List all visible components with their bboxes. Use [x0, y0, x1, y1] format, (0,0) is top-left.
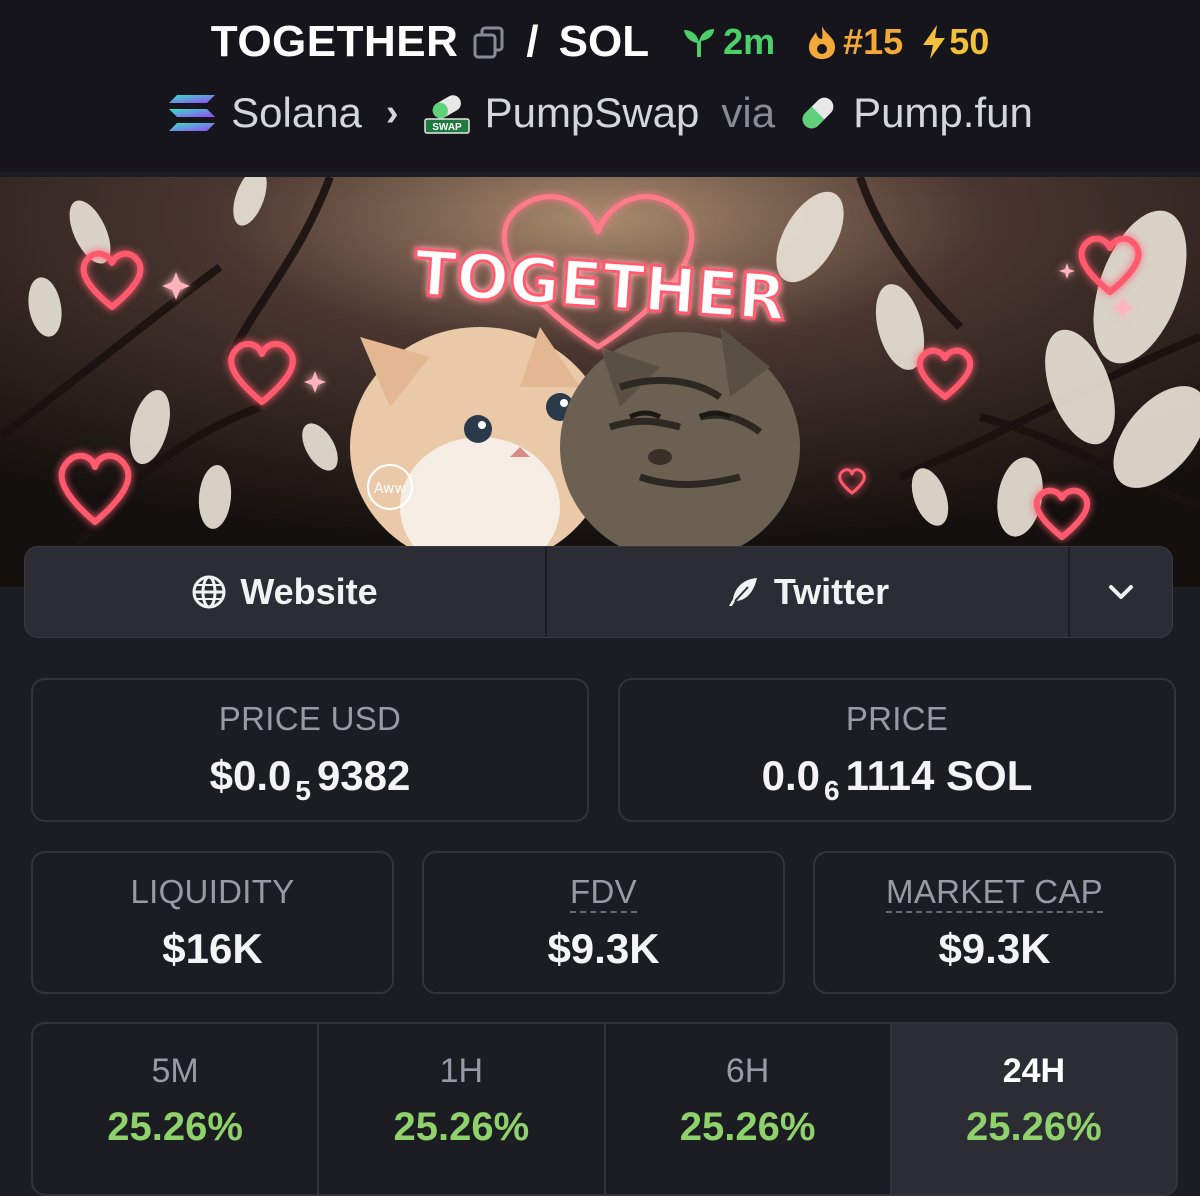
quote-symbol: SOL: [558, 17, 650, 66]
launchpad-name[interactable]: Pump.fun: [853, 89, 1033, 137]
dex-name[interactable]: PumpSwap: [485, 89, 700, 137]
price-usd-value: $0.0 5 9382: [209, 752, 411, 806]
price-native-card: PRICE 0.0 6 1114 SOL: [618, 678, 1176, 822]
tab-1h[interactable]: 1H 25.26%: [319, 1024, 606, 1194]
fire-icon: [809, 26, 836, 59]
token-symbol: TOGETHER: [210, 17, 459, 66]
tab-6h-label: 6H: [725, 1052, 770, 1090]
pair-title-row: TOGETHER / SOL 2m #15 50: [0, 14, 1200, 70]
tab-1h-label: 1H: [439, 1052, 484, 1090]
sprout-icon: [684, 29, 715, 57]
tab-5m-change: 25.26%: [107, 1105, 243, 1149]
fdv-label: FDV: [570, 873, 637, 913]
fdv-value: $9.3K: [547, 925, 660, 972]
globe-icon: [192, 575, 226, 609]
tab-5m-label: 5M: [151, 1052, 199, 1090]
trending-rank-value: #15: [843, 21, 904, 62]
chevron-right-icon: ›: [385, 91, 399, 134]
tab-1h-change: 25.26%: [393, 1105, 530, 1149]
market-cap-label: MARKET CAP: [886, 873, 1103, 913]
copy-icon[interactable]: [472, 25, 506, 59]
twitter-label: Twitter: [773, 571, 890, 612]
tab-6h-change: 25.26%: [679, 1105, 816, 1149]
price-native-label: PRICE: [845, 700, 949, 737]
liquidity-card: LIQUIDITY $16K: [31, 851, 394, 994]
chain-breadcrumb: Solana › SWAP PumpSwap via Pump.fun: [0, 86, 1200, 140]
trending-rank[interactable]: #15: [805, 21, 903, 63]
more-links-dropdown[interactable]: [1070, 547, 1172, 637]
pair-header: TOGETHER / SOL 2m #15 50 Solana › SWAP P…: [0, 0, 1200, 172]
social-links-bar: Website Twitter: [24, 546, 1173, 638]
price-native-value: 0.0 6 1114 SOL: [761, 752, 1033, 806]
banner-stamp: Aww: [374, 481, 406, 497]
chain-name[interactable]: Solana: [231, 89, 362, 137]
tab-24h-change: 25.26%: [966, 1105, 1102, 1149]
solana-icon: [169, 95, 216, 131]
website-button[interactable]: Website: [25, 547, 547, 637]
pumpswap-icon: SWAP: [423, 95, 470, 134]
tab-24h[interactable]: 24H 25.26%: [891, 1024, 1176, 1194]
tab-6h[interactable]: 6H 25.26%: [606, 1024, 892, 1194]
price-usd-label: PRICE USD: [218, 700, 402, 737]
via-label: via: [721, 89, 776, 136]
feather-icon: [728, 578, 757, 606]
twitter-button[interactable]: Twitter: [547, 547, 1070, 637]
tab-24h-label: 24H: [1002, 1052, 1066, 1090]
boost-count[interactable]: 50: [921, 21, 989, 63]
fdv-card[interactable]: FDV $9.3K: [422, 851, 785, 994]
market-cap-card[interactable]: MARKET CAP $9.3K: [813, 851, 1176, 994]
pair-separator: /: [526, 17, 539, 66]
pair-age: 2m: [681, 21, 775, 63]
liquidity-value: $16K: [162, 925, 263, 972]
tab-5m[interactable]: 5M 25.26%: [33, 1024, 320, 1194]
token-banner-image: TOGETHER Aww: [0, 177, 1200, 587]
pair-age-value: 2m: [723, 21, 776, 62]
chevron-down-icon: [1109, 585, 1133, 599]
lightning-icon: [923, 25, 946, 59]
market-cap-value: $9.3K: [938, 925, 1051, 972]
price-usd-card: PRICE USD $0.0 5 9382: [31, 678, 589, 822]
website-label: Website: [240, 571, 378, 612]
timeframe-tabs: 5M 25.26% 1H 25.26% 6H 25.26% 24H 25.26%: [31, 1022, 1178, 1196]
liquidity-label: LIQUIDITY: [130, 873, 295, 910]
pumpfun-pill-icon: [802, 97, 834, 129]
dex-badge: SWAP: [432, 122, 462, 133]
boost-count-value: 50: [949, 21, 990, 62]
